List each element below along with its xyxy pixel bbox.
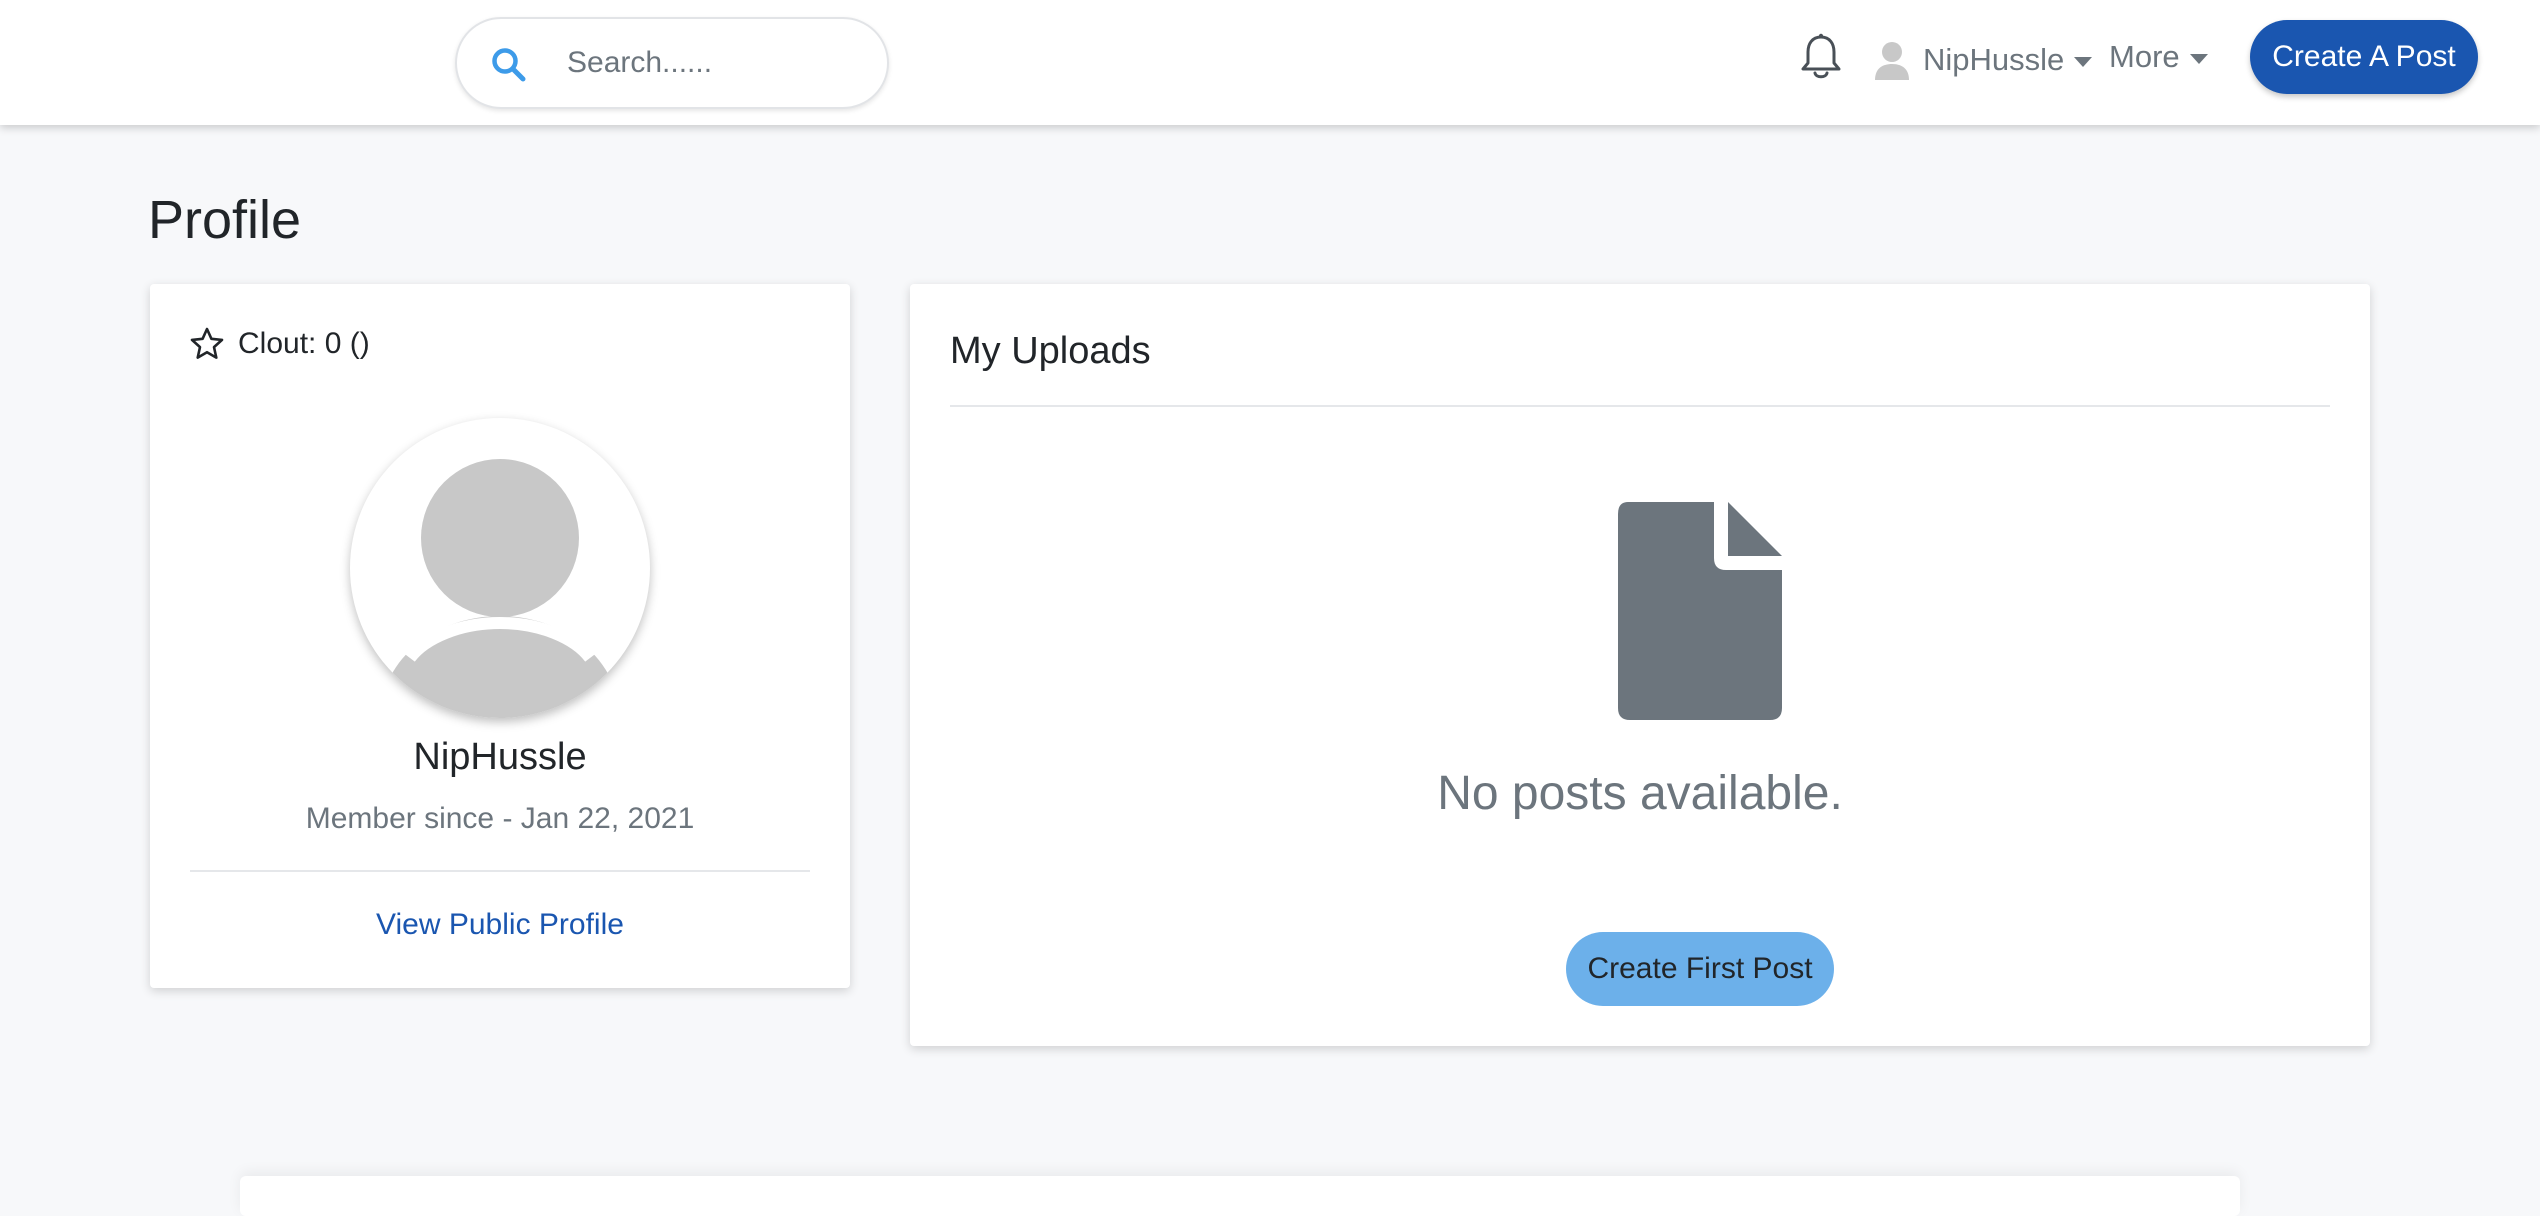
view-public-profile-link[interactable]: View Public Profile — [150, 908, 850, 942]
profile-avatar — [350, 418, 650, 718]
caret-down-icon — [2074, 57, 2093, 67]
create-post-button[interactable]: Create A Post — [2250, 20, 2478, 94]
caret-down-icon — [2189, 54, 2208, 64]
uploads-card: My Uploads No posts available. Create Fi… — [910, 284, 2370, 1046]
more-label: More — [2109, 39, 2180, 74]
uploads-title: My Uploads — [950, 330, 1151, 372]
divider — [190, 870, 810, 872]
empty-state-message: No posts available. — [1437, 767, 1843, 820]
more-menu-dropdown[interactable]: More — [2109, 33, 2208, 81]
footer-edge — [240, 1176, 2240, 1216]
profile-name: NipHussle — [413, 736, 587, 778]
user-silhouette-icon — [1875, 42, 1909, 80]
create-first-post-button[interactable]: Create First Post — [1566, 932, 1834, 1006]
bell-icon[interactable] — [1800, 33, 1842, 81]
username-label: NipHussle — [1923, 42, 2065, 77]
clout-row: Clout: 0 () — [190, 322, 370, 366]
profile-card: Clout: 0 () NipHussle Member since - Jan… — [150, 284, 850, 988]
search-icon — [492, 48, 526, 82]
default-avatar-icon — [380, 459, 620, 718]
star-outline-icon — [190, 327, 224, 359]
clout-label: Clout: 0 () — [238, 327, 370, 360]
search-input[interactable] — [567, 37, 867, 89]
search-bar[interactable] — [455, 17, 889, 109]
top-navbar: NipHussle More Create A Post — [0, 0, 2540, 125]
member-since-text: Member since - Jan 22, 2021 — [305, 802, 695, 835]
user-menu-dropdown[interactable]: NipHussle — [1873, 36, 2093, 84]
page-title: Profile — [148, 190, 302, 250]
divider — [950, 405, 2330, 407]
file-icon — [1618, 502, 1782, 720]
